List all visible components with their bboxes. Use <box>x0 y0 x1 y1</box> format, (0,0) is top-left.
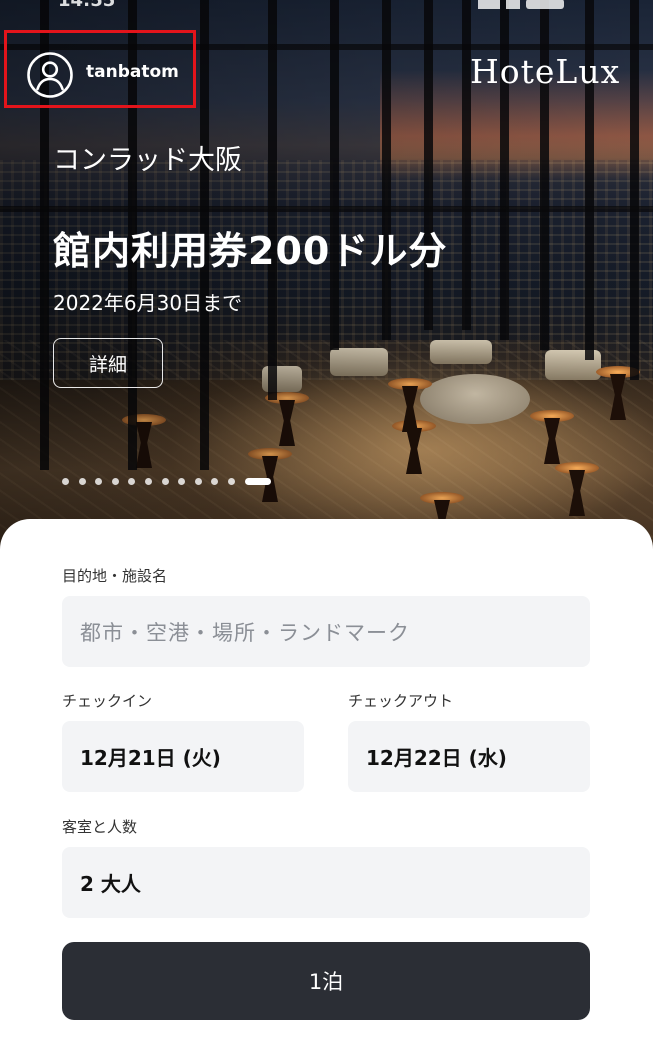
checkin-label: チェックイン <box>62 692 153 710</box>
carousel-dot[interactable] <box>227 477 235 485</box>
checkin-value: 12月21日 (火) <box>80 746 221 770</box>
guests-label: 客室と人数 <box>62 818 138 836</box>
user-circle-icon[interactable] <box>26 51 74 99</box>
carousel-dot[interactable] <box>128 477 136 485</box>
carousel-indicator[interactable] <box>62 476 271 486</box>
destination-label: 目的地・施設名 <box>62 567 168 585</box>
checkout-label: チェックアウト <box>348 692 454 710</box>
carousel-dot[interactable] <box>111 477 119 485</box>
carousel-dot[interactable] <box>95 477 103 485</box>
status-time: 14:55 <box>58 0 116 11</box>
hotel-name: コンラッド大阪 <box>53 145 242 176</box>
checkin-field[interactable]: 12月21日 (火) <box>62 721 304 792</box>
search-button[interactable]: 1泊 <box>62 942 590 1020</box>
carousel-dot[interactable] <box>178 477 186 485</box>
carousel-dot[interactable] <box>62 477 69 485</box>
carousel-dot[interactable] <box>194 477 202 485</box>
promo-title: 館内利用券200ドル分 <box>53 229 448 273</box>
username[interactable]: tanbatom <box>86 62 179 82</box>
status-indicators <box>478 0 598 9</box>
carousel-dot[interactable] <box>211 477 219 485</box>
checkout-field[interactable]: 12月22日 (水) <box>348 721 590 792</box>
carousel-dot[interactable] <box>161 477 169 485</box>
guests-field[interactable]: 2 大人 <box>62 847 590 918</box>
guests-value: 2 大人 <box>80 872 141 896</box>
details-button[interactable]: 詳細 <box>53 338 163 388</box>
carousel-dot-active[interactable] <box>244 477 271 485</box>
destination-placeholder: 都市・空港・場所・ランドマーク <box>80 620 410 645</box>
carousel-dot[interactable] <box>144 477 152 485</box>
promo-expiry: 2022年6月30日まで <box>53 291 243 315</box>
destination-input[interactable]: 都市・空港・場所・ランドマーク <box>62 596 590 667</box>
brand-logo: HoteLux <box>470 52 621 91</box>
checkout-value: 12月22日 (水) <box>366 746 507 770</box>
carousel-dot[interactable] <box>78 477 86 485</box>
